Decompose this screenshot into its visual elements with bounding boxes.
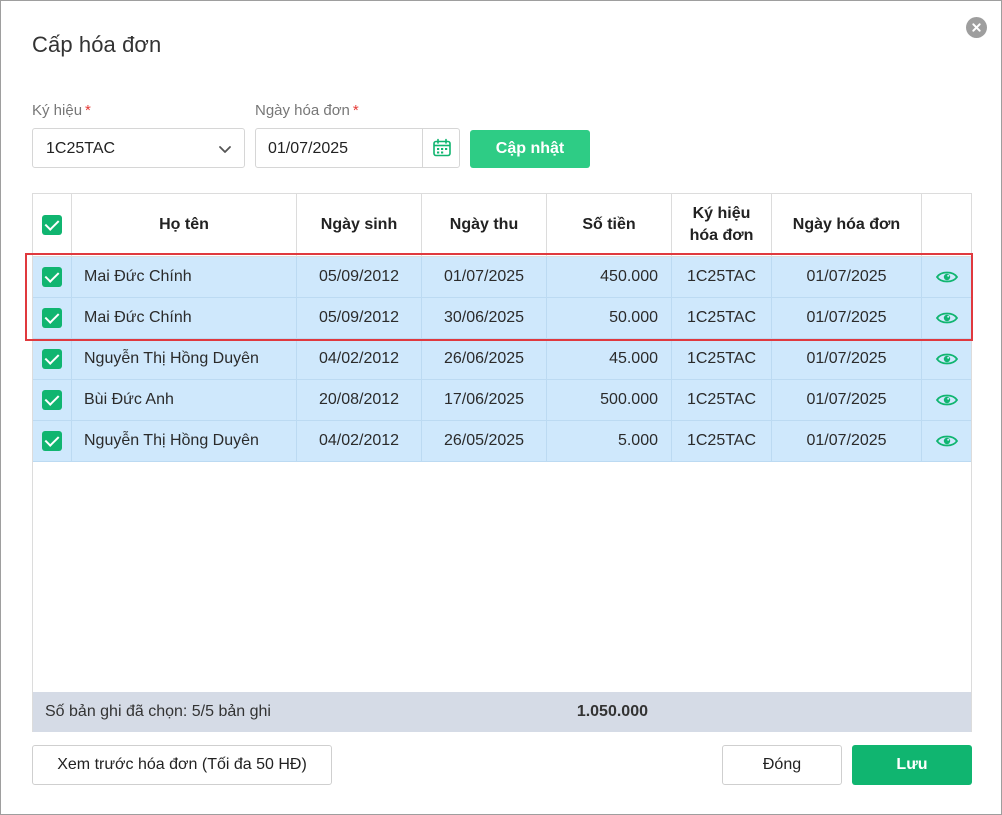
close-button[interactable]: Đóng (722, 745, 842, 785)
calendar-button[interactable] (422, 129, 460, 167)
cell-amount: 500.000 (547, 380, 672, 420)
issue-invoice-dialog: Cấp hóa đơn Ký hiệu * 1C25TAC Ngày hóa đơ… (0, 0, 1002, 815)
table-row[interactable]: Mai Đức Chính 05/09/2012 30/06/2025 50.000 1… (33, 298, 971, 339)
cell-invoice-date: 01/07/2025 (772, 421, 922, 461)
symbol-label: Ký hiệu * (32, 102, 91, 119)
cell-paid-date: 01/07/2025 (422, 257, 547, 297)
invoice-date-field[interactable]: 01/07/2025 (255, 128, 460, 168)
cell-dob: 20/08/2012 (297, 380, 422, 420)
view-icon[interactable] (922, 421, 971, 461)
cell-amount: 5.000 (547, 421, 672, 461)
preview-invoice-button[interactable]: Xem trước hóa đơn (Tối đa 50 HĐ) (32, 745, 332, 785)
row-checkbox[interactable] (42, 308, 62, 328)
cell-invoice-date: 01/07/2025 (772, 257, 922, 297)
cell-dob: 04/02/2012 (297, 339, 422, 379)
grid-summary: Số bản ghi đã chọn: 5/5 bản ghi 1.050.00… (33, 692, 971, 732)
cell-dob: 05/09/2012 (297, 257, 422, 297)
table-row[interactable]: Nguyễn Thị Hồng Duyên 04/02/2012 26/05/202… (33, 421, 971, 462)
grid-header: Họ tên Ngày sinh Ngày thu Số tiền Ký hiệ… (33, 194, 971, 257)
row-checkbox[interactable] (42, 431, 62, 451)
row-checkbox[interactable] (42, 390, 62, 410)
cell-amount: 45.000 (547, 339, 672, 379)
cell-name: Nguyễn Thị Hồng Duyên (72, 339, 297, 379)
header-symbol[interactable]: Ký hiệu hóa đơn (672, 194, 772, 256)
row-checkbox-cell (33, 421, 72, 461)
cell-amount: 450.000 (547, 257, 672, 297)
cell-name: Bùi Đức Anh (72, 380, 297, 420)
table-row[interactable]: Bùi Đức Anh 20/08/2012 17/06/2025 500.000 1C… (33, 380, 971, 421)
dialog-title: Cấp hóa đơn (32, 32, 162, 57)
cell-name: Nguyễn Thị Hồng Duyên (72, 421, 297, 461)
row-checkbox-cell (33, 298, 72, 338)
cell-symbol: 1C25TAC (672, 298, 772, 338)
cell-invoice-date: 01/07/2025 (772, 380, 922, 420)
header-dob[interactable]: Ngày sinh (297, 194, 422, 256)
save-button[interactable]: Lưu (852, 745, 972, 785)
update-button[interactable]: Cập nhật (470, 130, 590, 168)
cell-name: Mai Đức Chính (72, 298, 297, 338)
table-row[interactable]: Mai Đức Chính 05/09/2012 01/07/2025 450.000… (33, 257, 971, 298)
header-paid-date[interactable]: Ngày thu (422, 194, 547, 256)
row-checkbox[interactable] (42, 349, 62, 369)
selected-count: Số bản ghi đã chọn: 5/5 bản ghi (45, 703, 271, 720)
symbol-select[interactable]: 1C25TAC (32, 128, 245, 168)
cell-symbol: 1C25TAC (672, 380, 772, 420)
row-checkbox-cell (33, 339, 72, 379)
invoice-date-value: 01/07/2025 (268, 140, 349, 157)
total-amount: 1.050.000 (576, 703, 648, 720)
header-amount[interactable]: Số tiền (547, 194, 672, 256)
view-icon[interactable] (922, 380, 971, 420)
view-icon[interactable] (922, 257, 971, 297)
header-actions (922, 194, 971, 256)
calendar-icon (433, 138, 451, 157)
view-icon[interactable] (922, 339, 971, 379)
cell-dob: 05/09/2012 (297, 298, 422, 338)
cell-symbol: 1C25TAC (672, 339, 772, 379)
header-invoice-date[interactable]: Ngày hóa đơn (772, 194, 922, 256)
cell-symbol: 1C25TAC (672, 421, 772, 461)
cell-paid-date: 17/06/2025 (422, 380, 547, 420)
row-checkbox[interactable] (42, 267, 62, 287)
cell-paid-date: 26/05/2025 (422, 421, 547, 461)
select-all-checkbox[interactable] (42, 215, 62, 235)
row-checkbox-cell (33, 380, 72, 420)
header-name[interactable]: Họ tên (72, 194, 297, 256)
cell-paid-date: 26/06/2025 (422, 339, 547, 379)
cell-paid-date: 30/06/2025 (422, 298, 547, 338)
required-mark: * (352, 102, 359, 119)
invoice-date-label: Ngày hóa đơn * (255, 102, 359, 119)
cell-invoice-date: 01/07/2025 (772, 339, 922, 379)
invoice-grid: Họ tên Ngày sinh Ngày thu Số tiền Ký hiệ… (32, 193, 972, 732)
view-icon[interactable] (922, 298, 971, 338)
cell-name: Mai Đức Chính (72, 257, 297, 297)
cell-dob: 04/02/2012 (297, 421, 422, 461)
select-all-cell (33, 194, 72, 256)
close-icon[interactable] (966, 17, 987, 38)
cell-amount: 50.000 (547, 298, 672, 338)
row-checkbox-cell (33, 257, 72, 297)
symbol-select-value: 1C25TAC (46, 140, 116, 157)
cell-invoice-date: 01/07/2025 (772, 298, 922, 338)
cell-symbol: 1C25TAC (672, 257, 772, 297)
table-row[interactable]: Nguyễn Thị Hồng Duyên 04/02/2012 26/06/202… (33, 339, 971, 380)
required-mark: * (85, 102, 91, 119)
chevron-down-icon (219, 146, 231, 153)
